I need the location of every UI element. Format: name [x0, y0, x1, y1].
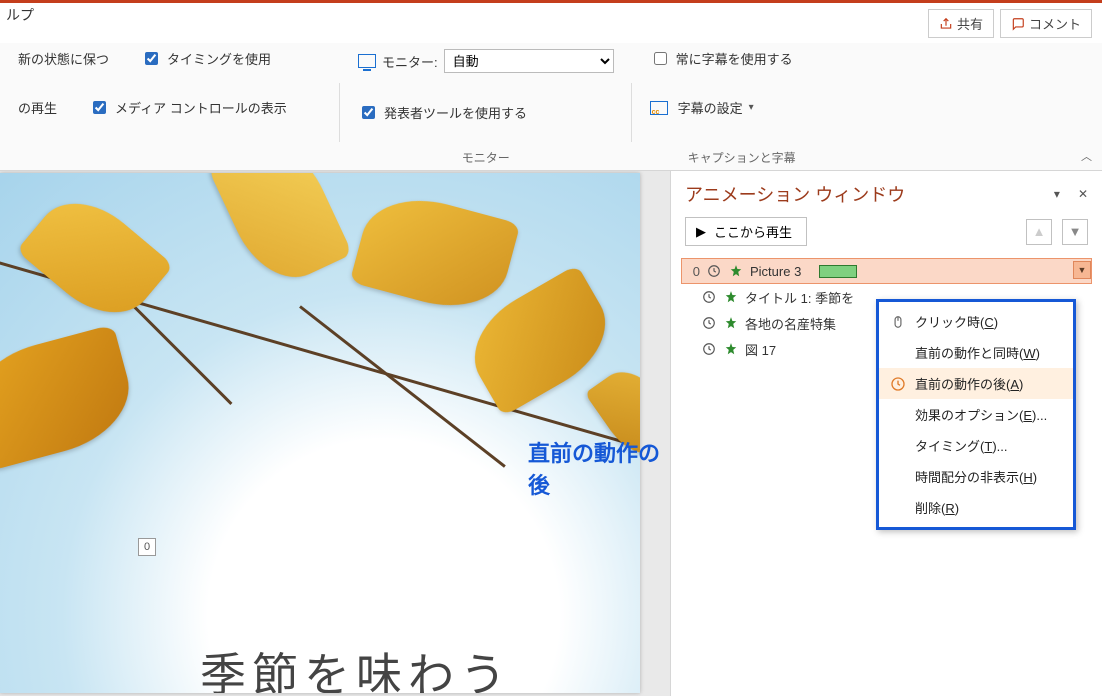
share-icon — [939, 17, 953, 31]
effect-icon — [723, 341, 739, 357]
effect-icon — [728, 263, 744, 279]
comment-icon — [1011, 17, 1025, 31]
ribbon-group-captions: 常に字幕を使用する 字幕の設定 キャプションと字幕 — [632, 43, 852, 170]
clock-icon — [701, 289, 717, 305]
animation-target-name: 各地の名産特集 — [745, 314, 836, 333]
menu-with-previous[interactable]: 直前の動作と同時(W) — [879, 337, 1073, 368]
powerpoint-window: 共有 コメント ルプ 新の状態に保つ タイミングを使用 の再生 メディア コント… — [0, 0, 1102, 696]
animation-pane: アニメーション ウィンドウ ▾ ✕ ▶ ここから再生 ▲ ▼ 0 — [670, 171, 1102, 696]
menu-remove[interactable]: 削除(R) — [879, 492, 1073, 523]
monitor-label: モニター: — [382, 52, 438, 71]
placeholder-handle[interactable]: 0 — [138, 538, 156, 556]
move-down-button[interactable]: ▼ — [1062, 219, 1088, 245]
animation-row[interactable]: 0 Picture 3 ▼ — [681, 258, 1092, 284]
media-controls-label: メディア コントロールの表示 — [115, 98, 287, 117]
captions-icon — [650, 101, 668, 115]
menu-on-click[interactable]: クリック時(C) — [879, 306, 1073, 337]
animation-pane-title: アニメーション ウィンドウ — [685, 181, 905, 207]
clock-icon — [889, 375, 907, 393]
menu-effect-options[interactable]: 効果のオプション(E)... — [879, 399, 1073, 430]
keep-updated-label: 新の状態に保つ — [18, 49, 109, 68]
use-timing-label: タイミングを使用 — [167, 49, 271, 68]
share-label: 共有 — [957, 14, 983, 33]
menu-timing[interactable]: タイミング(T)... — [879, 430, 1073, 461]
play-icon: ▶ — [696, 224, 706, 240]
move-up-button[interactable]: ▲ — [1026, 219, 1052, 245]
collapse-ribbon-button[interactable]: ︿ — [1081, 148, 1092, 164]
presenter-tools-label: 発表者ツールを使用する — [384, 103, 527, 122]
animation-target-name: 図 17 — [745, 340, 776, 359]
comment-label: コメント — [1029, 14, 1081, 33]
monitor-icon — [358, 54, 376, 68]
title-bar-actions: 共有 コメント — [928, 9, 1092, 38]
menu-hide-timeline[interactable]: 時間配分の非表示(H) — [879, 461, 1073, 492]
pane-menu-caret[interactable]: ▾ — [1054, 187, 1060, 201]
subtitle-settings-label: 字幕の設定 — [678, 98, 743, 117]
animation-index: 0 — [686, 264, 700, 279]
clock-icon — [706, 263, 722, 279]
slide-editor-area: 0 季節を味わう 直前の動作の後 — [0, 171, 670, 696]
clock-icon — [701, 315, 717, 331]
effect-icon — [723, 315, 739, 331]
slide-canvas[interactable]: 0 季節を味わう — [0, 173, 640, 693]
clock-icon — [701, 341, 717, 357]
workspace: 0 季節を味わう 直前の動作の後 アニメーション ウィンドウ ▾ ✕ ▶ — [0, 171, 1102, 696]
row-dropdown-button[interactable]: ▼ — [1073, 261, 1091, 279]
effect-icon — [723, 289, 739, 305]
share-button[interactable]: 共有 — [928, 9, 994, 38]
animation-target-name: Picture 3 — [750, 264, 801, 279]
timeline-bar — [819, 265, 857, 278]
ribbon-group-slideshow: 新の状態に保つ タイミングを使用 の再生 メディア コントロールの表示 — [0, 43, 340, 170]
always-subtitles-checkbox[interactable]: 常に字幕を使用する — [650, 49, 834, 68]
play-from-button[interactable]: ▶ ここから再生 — [685, 217, 807, 246]
subtitle-settings-dropdown[interactable]: 字幕の設定 — [650, 98, 834, 117]
slide-title-text: 季節を味わう — [200, 639, 512, 693]
monitor-select[interactable]: 自動 — [444, 49, 614, 73]
ribbon-group-monitor: モニター: 自動 発表者ツールを使用する モニター — [340, 43, 632, 170]
use-timing-checkbox[interactable]: タイミングを使用 — [141, 49, 271, 68]
monitor-group-label: モニター — [340, 149, 632, 166]
captions-group-label: キャプションと字幕 — [632, 149, 852, 166]
media-controls-checkbox[interactable]: メディア コントロールの表示 — [89, 98, 287, 117]
play-from-label: ここから再生 — [714, 222, 792, 241]
always-subtitles-label: 常に字幕を使用する — [676, 49, 793, 68]
animation-context-menu: クリック時(C) 直前の動作と同時(W) 直前の動作の後(A) 効果のオプション… — [876, 299, 1076, 530]
ribbon: 新の状態に保つ タイミングを使用 の再生 メディア コントロールの表示 モニター… — [0, 43, 1102, 171]
animation-target-name: タイトル 1: 季節を — [745, 288, 854, 307]
pane-close-button[interactable]: ✕ — [1078, 187, 1088, 201]
mouse-icon — [889, 313, 907, 331]
presenter-tools-checkbox[interactable]: 発表者ツールを使用する — [358, 103, 614, 122]
menu-after-previous[interactable]: 直前の動作の後(A) — [879, 368, 1073, 399]
comment-button[interactable]: コメント — [1000, 9, 1092, 38]
playback-label: の再生 — [18, 98, 57, 117]
ribbon-tab-help-partial: ルプ — [6, 5, 34, 25]
